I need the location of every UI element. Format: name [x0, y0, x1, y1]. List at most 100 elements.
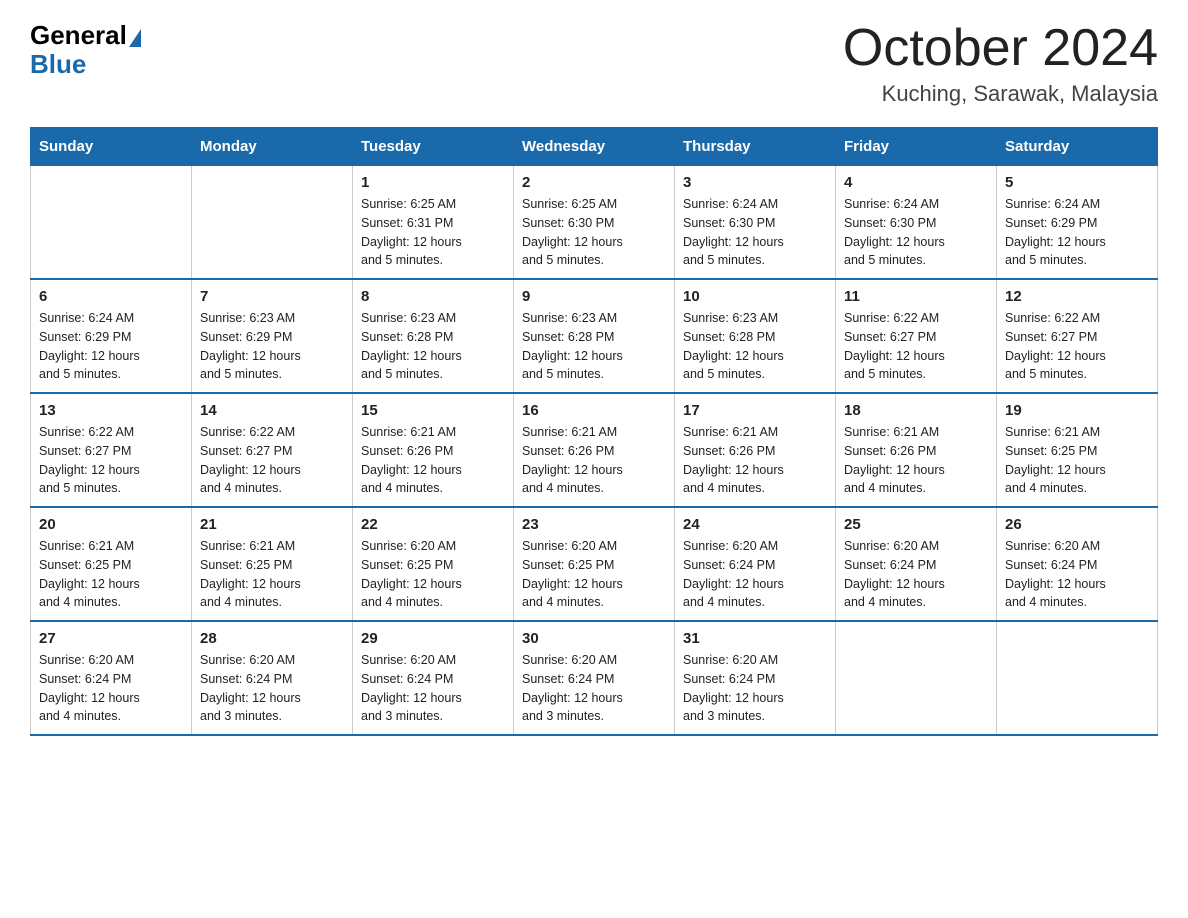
calendar-week-3: 13 Sunrise: 6:22 AM Sunset: 6:27 PM Dayli… — [31, 393, 1158, 507]
day-number: 14 — [200, 402, 344, 419]
day-info: Sunrise: 6:24 AM Sunset: 6:30 PM Dayligh… — [683, 195, 827, 270]
day-number: 3 — [683, 174, 827, 191]
weekday-header-sunday: Sunday — [31, 128, 192, 166]
day-info: Sunrise: 6:20 AM Sunset: 6:24 PM Dayligh… — [844, 537, 988, 612]
logo-blue: Blue — [30, 51, 141, 77]
day-info: Sunrise: 6:23 AM Sunset: 6:28 PM Dayligh… — [683, 309, 827, 384]
day-number: 16 — [522, 402, 666, 419]
day-number: 23 — [522, 516, 666, 533]
day-info: Sunrise: 6:20 AM Sunset: 6:24 PM Dayligh… — [361, 651, 505, 726]
calendar-cell: 28 Sunrise: 6:20 AM Sunset: 6:24 PM Dayli… — [192, 621, 353, 735]
day-info: Sunrise: 6:20 AM Sunset: 6:25 PM Dayligh… — [361, 537, 505, 612]
day-number: 21 — [200, 516, 344, 533]
day-info: Sunrise: 6:24 AM Sunset: 6:29 PM Dayligh… — [1005, 195, 1149, 270]
day-number: 25 — [844, 516, 988, 533]
calendar-cell: 30 Sunrise: 6:20 AM Sunset: 6:24 PM Dayli… — [514, 621, 675, 735]
weekday-header-wednesday: Wednesday — [514, 128, 675, 166]
day-number: 2 — [522, 174, 666, 191]
main-title: October 2024 — [843, 20, 1158, 77]
day-number: 22 — [361, 516, 505, 533]
day-number: 10 — [683, 288, 827, 305]
calendar-cell: 4 Sunrise: 6:24 AM Sunset: 6:30 PM Daylig… — [836, 166, 997, 280]
day-info: Sunrise: 6:21 AM Sunset: 6:25 PM Dayligh… — [39, 537, 183, 612]
day-info: Sunrise: 6:20 AM Sunset: 6:24 PM Dayligh… — [522, 651, 666, 726]
calendar-week-1: 1Sunrise: 6:25 AM Sunset: 6:31 PM Daylig… — [31, 166, 1158, 280]
calendar-cell: 22 Sunrise: 6:20 AM Sunset: 6:25 PM Dayli… — [353, 507, 514, 621]
day-number: 4 — [844, 174, 988, 191]
day-number: 31 — [683, 630, 827, 647]
calendar-cell: 18Sunrise: 6:21 AM Sunset: 6:26 PM Dayli… — [836, 393, 997, 507]
day-info: Sunrise: 6:22 AM Sunset: 6:27 PM Dayligh… — [39, 423, 183, 498]
calendar-cell: 10 Sunrise: 6:23 AM Sunset: 6:28 PM Dayli… — [675, 279, 836, 393]
day-info: Sunrise: 6:20 AM Sunset: 6:25 PM Dayligh… — [522, 537, 666, 612]
calendar-cell: 14 Sunrise: 6:22 AM Sunset: 6:27 PM Dayli… — [192, 393, 353, 507]
weekday-header-friday: Friday — [836, 128, 997, 166]
weekday-header-monday: Monday — [192, 128, 353, 166]
day-number: 24 — [683, 516, 827, 533]
calendar-cell: 7 Sunrise: 6:23 AM Sunset: 6:29 PM Daylig… — [192, 279, 353, 393]
day-info: Sunrise: 6:23 AM Sunset: 6:29 PM Dayligh… — [200, 309, 344, 384]
day-info: Sunrise: 6:24 AM Sunset: 6:29 PM Dayligh… — [39, 309, 183, 384]
calendar-cell: 1Sunrise: 6:25 AM Sunset: 6:31 PM Daylig… — [353, 166, 514, 280]
page-header: General Blue October 2024 Kuching, Saraw… — [30, 20, 1158, 107]
calendar-week-2: 6 Sunrise: 6:24 AM Sunset: 6:29 PM Daylig… — [31, 279, 1158, 393]
calendar-cell: 17 Sunrise: 6:21 AM Sunset: 6:26 PM Dayli… — [675, 393, 836, 507]
calendar-cell: 19Sunrise: 6:21 AM Sunset: 6:25 PM Dayli… — [997, 393, 1158, 507]
calendar-cell — [836, 621, 997, 735]
day-info: Sunrise: 6:20 AM Sunset: 6:24 PM Dayligh… — [683, 537, 827, 612]
day-number: 5 — [1005, 174, 1149, 191]
calendar-cell: 3 Sunrise: 6:24 AM Sunset: 6:30 PM Daylig… — [675, 166, 836, 280]
day-number: 30 — [522, 630, 666, 647]
day-info: Sunrise: 6:20 AM Sunset: 6:24 PM Dayligh… — [1005, 537, 1149, 612]
day-info: Sunrise: 6:24 AM Sunset: 6:30 PM Dayligh… — [844, 195, 988, 270]
calendar-week-4: 20 Sunrise: 6:21 AM Sunset: 6:25 PM Dayli… — [31, 507, 1158, 621]
calendar-cell: 21 Sunrise: 6:21 AM Sunset: 6:25 PM Dayli… — [192, 507, 353, 621]
day-info: Sunrise: 6:21 AM Sunset: 6:26 PM Dayligh… — [522, 423, 666, 498]
day-number: 12 — [1005, 288, 1149, 305]
logo-general: General — [30, 20, 127, 51]
day-number: 27 — [39, 630, 183, 647]
logo-triangle-icon — [129, 29, 141, 47]
day-number: 20 — [39, 516, 183, 533]
calendar-cell: 6 Sunrise: 6:24 AM Sunset: 6:29 PM Daylig… — [31, 279, 192, 393]
calendar-cell: 26 Sunrise: 6:20 AM Sunset: 6:24 PM Dayli… — [997, 507, 1158, 621]
day-info: Sunrise: 6:23 AM Sunset: 6:28 PM Dayligh… — [361, 309, 505, 384]
day-number: 9 — [522, 288, 666, 305]
day-info: Sunrise: 6:21 AM Sunset: 6:25 PM Dayligh… — [200, 537, 344, 612]
calendar-cell: 23 Sunrise: 6:20 AM Sunset: 6:25 PM Dayli… — [514, 507, 675, 621]
day-number: 13 — [39, 402, 183, 419]
title-section: October 2024 Kuching, Sarawak, Malaysia — [843, 20, 1158, 107]
day-number: 26 — [1005, 516, 1149, 533]
day-number: 7 — [200, 288, 344, 305]
day-info: Sunrise: 6:22 AM Sunset: 6:27 PM Dayligh… — [1005, 309, 1149, 384]
calendar-cell — [31, 166, 192, 280]
logo: General Blue — [30, 20, 141, 77]
calendar-cell: 29 Sunrise: 6:20 AM Sunset: 6:24 PM Dayli… — [353, 621, 514, 735]
day-number: 19 — [1005, 402, 1149, 419]
day-info: Sunrise: 6:25 AM Sunset: 6:30 PM Dayligh… — [522, 195, 666, 270]
day-info: Sunrise: 6:20 AM Sunset: 6:24 PM Dayligh… — [200, 651, 344, 726]
calendar-cell: 8Sunrise: 6:23 AM Sunset: 6:28 PM Daylig… — [353, 279, 514, 393]
day-info: Sunrise: 6:20 AM Sunset: 6:24 PM Dayligh… — [39, 651, 183, 726]
day-info: Sunrise: 6:23 AM Sunset: 6:28 PM Dayligh… — [522, 309, 666, 384]
day-number: 6 — [39, 288, 183, 305]
day-number: 29 — [361, 630, 505, 647]
day-info: Sunrise: 6:25 AM Sunset: 6:31 PM Dayligh… — [361, 195, 505, 270]
calendar-cell: 13 Sunrise: 6:22 AM Sunset: 6:27 PM Dayli… — [31, 393, 192, 507]
day-info: Sunrise: 6:21 AM Sunset: 6:26 PM Dayligh… — [361, 423, 505, 498]
weekday-header-thursday: Thursday — [675, 128, 836, 166]
calendar-cell: 12 Sunrise: 6:22 AM Sunset: 6:27 PM Dayli… — [997, 279, 1158, 393]
day-number: 11 — [844, 288, 988, 305]
day-number: 28 — [200, 630, 344, 647]
calendar-cell: 2 Sunrise: 6:25 AM Sunset: 6:30 PM Daylig… — [514, 166, 675, 280]
day-info: Sunrise: 6:22 AM Sunset: 6:27 PM Dayligh… — [200, 423, 344, 498]
calendar-cell: 5 Sunrise: 6:24 AM Sunset: 6:29 PM Daylig… — [997, 166, 1158, 280]
calendar-cell: 16 Sunrise: 6:21 AM Sunset: 6:26 PM Dayli… — [514, 393, 675, 507]
calendar-cell: 25 Sunrise: 6:20 AM Sunset: 6:24 PM Dayli… — [836, 507, 997, 621]
day-info: Sunrise: 6:21 AM Sunset: 6:26 PM Dayligh… — [683, 423, 827, 498]
day-number: 17 — [683, 402, 827, 419]
calendar-cell: 20 Sunrise: 6:21 AM Sunset: 6:25 PM Dayli… — [31, 507, 192, 621]
calendar-cell — [997, 621, 1158, 735]
day-number: 15 — [361, 402, 505, 419]
day-info: Sunrise: 6:22 AM Sunset: 6:27 PM Dayligh… — [844, 309, 988, 384]
